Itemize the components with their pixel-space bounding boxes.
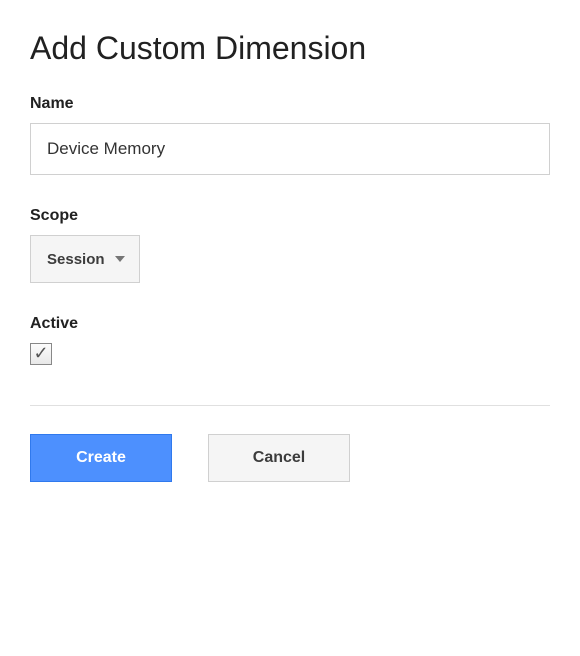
checkmark-icon: ✓ <box>33 344 48 362</box>
active-field-group: Active ✓ <box>30 315 550 365</box>
name-field-group: Name <box>30 95 550 175</box>
divider <box>30 405 550 406</box>
scope-dropdown-value: Session <box>47 251 105 268</box>
scope-label: Scope <box>30 207 550 225</box>
name-input[interactable] <box>30 123 550 175</box>
scope-dropdown[interactable]: Session <box>30 235 140 283</box>
create-button[interactable]: Create <box>30 434 172 482</box>
caret-down-icon <box>115 256 125 262</box>
scope-field-group: Scope Session <box>30 207 550 283</box>
page-title: Add Custom Dimension <box>30 30 550 67</box>
button-row: Create Cancel <box>30 434 550 482</box>
cancel-button[interactable]: Cancel <box>208 434 350 482</box>
name-label: Name <box>30 95 550 113</box>
active-checkbox[interactable]: ✓ <box>30 343 52 365</box>
active-label: Active <box>30 315 550 333</box>
